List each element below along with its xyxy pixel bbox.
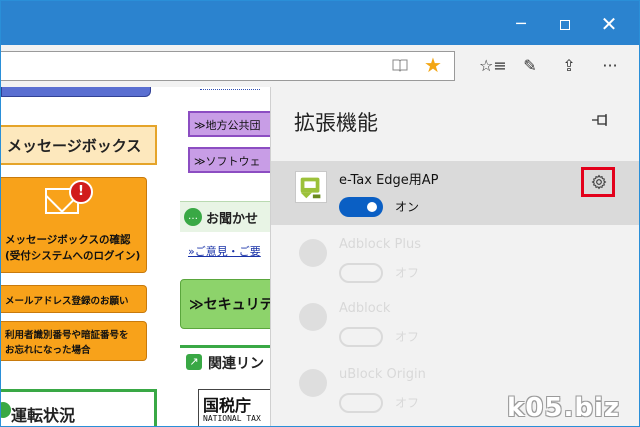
inquiry-heading: … お聞かせ — [180, 201, 280, 232]
etax-logo-icon — [295, 171, 327, 203]
message-box-line2: (受付システムへのログイン) — [5, 250, 141, 262]
maximize-button[interactable] — [543, 7, 587, 41]
extension-name: e-Tax Edge用AP — [339, 173, 439, 188]
message-box-line1: メッセージボックスの確認 — [5, 234, 131, 246]
message-box-heading: メッセージボックス — [1, 125, 157, 165]
related-links-text: 関連リン — [208, 356, 264, 372]
share-icon[interactable]: ⇪ — [557, 56, 581, 76]
message-box-login-button[interactable]: ! メッセージボックスの確認 (受付システムへのログイン) — [1, 177, 147, 273]
security-button[interactable]: ≫セキュリテ — [180, 279, 280, 329]
extension-logo-icon — [299, 303, 327, 331]
browser-window: ─ ✕ ★ ☆≡ ✎ ⇪ ··· メッセージボックス ! メッセージボックスの確… — [0, 0, 640, 427]
settings-highlight-box — [581, 167, 615, 197]
faded-extension-name: uBlock Origin — [339, 367, 426, 382]
related-links-heading: ↗ 関連リン — [180, 345, 280, 380]
left-column: メッセージボックス ! メッセージボックスの確認 (受付システムへのログイン) … — [1, 87, 161, 426]
hub-favorites-icon[interactable]: ☆≡ — [479, 56, 507, 76]
software-label: ≫ソフトウェ — [194, 155, 261, 168]
speech-bubble-icon: … — [184, 208, 202, 226]
nta-title: 国税庁 — [203, 396, 252, 415]
local-gov-button[interactable]: ≫地方公共団 — [188, 111, 278, 137]
nta-banner[interactable]: 国税庁 NATIONAL TAX — [198, 389, 278, 426]
reading-view-icon[interactable] — [392, 57, 408, 73]
feedback-link[interactable]: »ご意見・ご要 — [188, 243, 261, 259]
faded-toggle-label: オフ — [395, 266, 420, 280]
favorite-star-icon[interactable]: ★ — [424, 54, 442, 76]
email-registration-button[interactable]: メールアドレス登録のお願い — [1, 285, 147, 313]
faded-toggle — [339, 263, 383, 283]
extension-logo-icon — [299, 239, 327, 267]
faded-toggle — [339, 393, 383, 413]
operation-status-section: 運転状況 — [1, 389, 157, 426]
extensions-panel: 拡張機能 e-Tax Edge用AP オン Adblock Plus オフ Ad… — [270, 87, 639, 426]
external-link-icon: ↗ — [186, 354, 202, 370]
maximize-icon — [560, 19, 570, 30]
blue-banner[interactable] — [1, 87, 151, 97]
inquiry-heading-text: お聞かせ — [206, 212, 259, 227]
faded-extension-name: Adblock — [339, 301, 391, 316]
watermark: k05.biz — [507, 393, 621, 423]
gear-icon[interactable] — [591, 174, 607, 190]
truncated-link[interactable] — [200, 87, 260, 90]
alert-badge: ! — [69, 180, 93, 204]
address-bar[interactable]: ★ — [1, 51, 455, 81]
middle-column: ≫地方公共団 ≫ソフトウェ … お聞かせ »ご意見・ご要 ≫セキュリテ ↗ 関連… — [176, 87, 280, 426]
security-label: ≫セキュリテ — [189, 297, 274, 313]
email-registration-label: メールアドレス登録のお願い — [5, 296, 129, 307]
forgot-line1: 利用者識別番号や暗証番号を — [5, 330, 129, 341]
extension-logo-icon — [299, 369, 327, 397]
faded-extension-row: Adblock オフ — [271, 297, 639, 357]
web-note-icon[interactable]: ✎ — [518, 56, 542, 76]
nta-subtitle: NATIONAL TAX — [203, 414, 261, 423]
browser-toolbar: ★ ☆≡ ✎ ⇪ ··· — [1, 45, 639, 88]
forgot-line2: お忘れになった場合 — [5, 345, 91, 356]
faded-extension-name: Adblock Plus — [339, 237, 422, 252]
faded-toggle-label: オフ — [395, 396, 420, 410]
extensions-panel-title: 拡張機能 — [294, 111, 378, 135]
message-box-heading-text: メッセージボックス — [7, 137, 142, 155]
forgot-id-button[interactable]: 利用者識別番号や暗証番号を お忘れになった場合 — [1, 321, 147, 361]
close-button[interactable]: ✕ — [587, 7, 631, 41]
faded-extension-row: Adblock Plus オフ — [271, 233, 639, 293]
title-bar: ─ ✕ — [1, 1, 639, 45]
extension-toggle-label: オン — [395, 200, 420, 214]
faded-toggle — [339, 327, 383, 347]
minimize-button[interactable]: ─ — [499, 7, 543, 41]
more-icon[interactable]: ··· — [598, 56, 622, 76]
status-dot-icon — [1, 402, 11, 418]
local-gov-label: ≫地方公共団 — [194, 119, 261, 132]
software-button[interactable]: ≫ソフトウェ — [188, 147, 278, 173]
pin-icon[interactable] — [591, 113, 611, 127]
operation-status-heading: 運転状況 — [11, 406, 76, 425]
extension-row-etax[interactable]: e-Tax Edge用AP オン — [271, 161, 639, 225]
extension-toggle[interactable] — [339, 197, 383, 217]
faded-toggle-label: オフ — [395, 330, 420, 344]
